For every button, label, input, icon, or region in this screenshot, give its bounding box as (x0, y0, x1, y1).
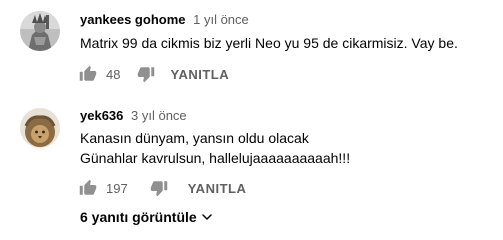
chevron-down-icon (201, 211, 213, 223)
dislike-button[interactable] (134, 62, 158, 86)
author-name[interactable]: yankees gohome (80, 12, 186, 27)
thumbs-down-icon (150, 181, 167, 197)
comment-time[interactable]: 3 yıl önce (131, 108, 187, 123)
avatar[interactable] (20, 11, 60, 51)
comment: yankees gohome 1 yıl önce Matrix 99 da c… (0, 0, 503, 95)
comment: yek636 3 yıl önce Kanasın dünyam, yansın… (0, 98, 503, 204)
comment-line: Kanasın dünyam, yansın oldu olacak (80, 130, 309, 146)
comment-actions: 197 YANITLA (76, 174, 246, 202)
statue-avatar-icon (20, 11, 60, 51)
thumbs-down-icon (138, 67, 155, 83)
thumbs-up-icon (79, 65, 97, 81)
reply-button[interactable]: YANITLA (188, 181, 247, 196)
avatar[interactable] (20, 108, 60, 148)
comment-actions: 48 YANITLA (76, 60, 229, 88)
like-button[interactable] (76, 176, 100, 200)
thumbs-up-icon (79, 179, 97, 195)
reply-button[interactable]: YANITLA (170, 67, 229, 82)
lion-avatar-icon (20, 108, 60, 148)
view-replies-label: 6 yanıtı görüntüle (80, 209, 197, 225)
comment-header: yek636 3 yıl önce (80, 107, 187, 125)
author-name[interactable]: yek636 (80, 108, 123, 123)
comment-line: Günahlar kavrulsun, hallelujaaaaaaaaaah!… (80, 150, 351, 166)
like-count: 48 (106, 66, 121, 82)
like-button[interactable] (76, 62, 100, 86)
dislike-button[interactable] (147, 176, 171, 200)
comment-text: Kanasın dünyam, yansın oldu olacak Günah… (80, 128, 490, 168)
comment-time[interactable]: 1 yıl önce (193, 12, 249, 27)
comment-line: Matrix 99 da cikmis biz yerli Neo yu 95 … (80, 35, 458, 51)
like-count: 197 (106, 180, 128, 196)
view-replies-button[interactable]: 6 yanıtı görüntüle (80, 207, 213, 227)
comment-text: Matrix 99 da cikmis biz yerli Neo yu 95 … (80, 33, 490, 53)
comment-header: yankees gohome 1 yıl önce (80, 11, 249, 29)
